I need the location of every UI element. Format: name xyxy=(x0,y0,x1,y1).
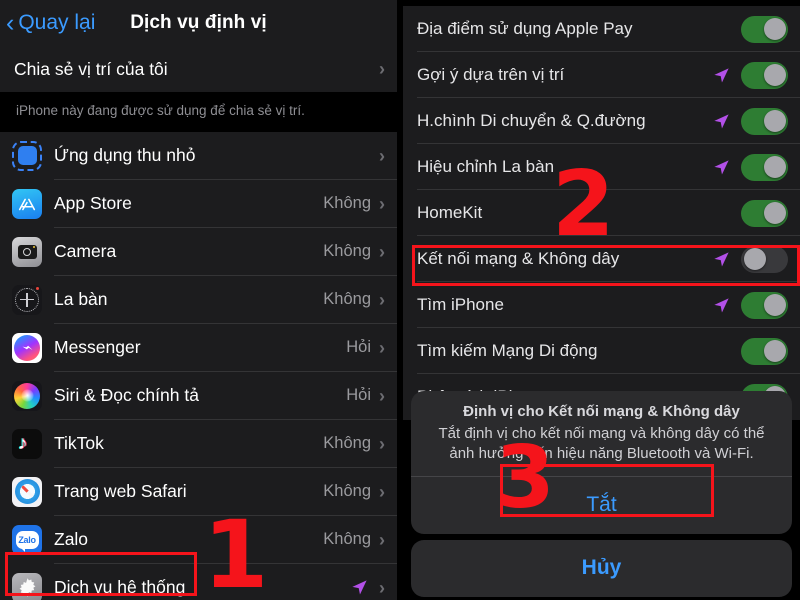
location-arrow-icon xyxy=(712,158,731,177)
list-item[interactable]: Ứng dụng thu nhỏ › xyxy=(0,132,397,180)
chevron-right-icon: › xyxy=(379,193,385,214)
list-item[interactable]: Trang web Safari Không › xyxy=(0,468,397,516)
system-services-list: Địa điểm sử dụng Apple Pay Gợi ý dựa trê… xyxy=(403,6,800,420)
gear-icon xyxy=(12,572,42,600)
screenshot-root: ‹ Quay lại Dịch vụ định vị Chia sẻ vị tr… xyxy=(0,0,800,600)
chevron-right-icon: › xyxy=(379,433,385,454)
list-item[interactable]: ♪ ♪ ♪ TikTok Không › xyxy=(0,420,397,468)
list-item[interactable]: Gợi ý dựa trên vị trí xyxy=(403,52,800,98)
list-item[interactable]: Hiệu chỉnh La bàn xyxy=(403,144,800,190)
app-store-icon xyxy=(12,188,42,219)
action-sheet-message: Tắt định vị cho kết nối mạng và không dâ… xyxy=(438,425,765,463)
chevron-right-icon: › xyxy=(379,577,385,598)
toggle-switch[interactable] xyxy=(741,199,788,227)
list-item[interactable]: La bàn Không › xyxy=(0,276,397,324)
panel-divider xyxy=(397,0,403,600)
location-arrow-icon xyxy=(712,296,731,315)
list-item-value: Không xyxy=(323,290,371,309)
toggle-switch[interactable] xyxy=(741,337,788,365)
toggle-switch[interactable] xyxy=(741,291,788,319)
messenger-icon xyxy=(12,332,42,363)
list-item[interactable]: Địa điểm sử dụng Apple Pay xyxy=(403,6,800,52)
chevron-right-icon: › xyxy=(379,385,385,406)
navigation-bar: ‹ Quay lại Dịch vụ định vị xyxy=(0,0,397,46)
tiktok-icon: ♪ ♪ ♪ xyxy=(12,428,42,459)
camera-icon xyxy=(12,236,42,267)
chevron-left-icon: ‹ xyxy=(6,8,15,37)
list-item[interactable]: Messenger Hỏi › xyxy=(0,324,397,372)
sidebar-item-system-services[interactable]: Dịch vụ hệ thống › xyxy=(0,564,397,600)
cancel-button[interactable]: Hủy xyxy=(411,540,792,597)
list-item-label: Dịch vụ hệ thống xyxy=(54,577,186,598)
list-item-label: App Store xyxy=(54,193,132,214)
action-sheet-title: Định vị cho Kết nối mạng & Không dây xyxy=(463,403,740,421)
list-item-value: Không xyxy=(323,434,371,453)
list-item[interactable]: Tìm iPhone xyxy=(403,282,800,328)
list-item[interactable]: Siri & Đọc chính tả Hỏi › xyxy=(0,372,397,420)
chevron-right-icon: › xyxy=(379,59,385,79)
app-clips-icon xyxy=(12,140,42,171)
list-item-label: Hiệu chỉnh La bàn xyxy=(417,157,555,176)
list-item[interactable]: HomeKit xyxy=(403,190,800,236)
list-item[interactable]: Tìm kiếm Mạng Di động xyxy=(403,328,800,374)
app-permission-list: Ứng dụng thu nhỏ › App Store Không › Cam… xyxy=(0,131,397,600)
action-sheet-header: Định vị cho Kết nối mạng & Không dây Tắt… xyxy=(411,391,792,476)
toggle-switch[interactable] xyxy=(741,245,788,273)
list-item-label: Siri & Đọc chính tả xyxy=(54,385,199,406)
list-item-label: TikTok xyxy=(54,433,104,454)
list-item-value: Không xyxy=(323,194,371,213)
list-item-label: Tìm iPhone xyxy=(417,295,504,314)
list-item-label: Gợi ý dựa trên vị trí xyxy=(417,65,565,84)
location-arrow-icon xyxy=(712,250,731,269)
location-arrow-icon xyxy=(712,112,731,131)
action-sheet: Định vị cho Kết nối mạng & Không dây Tắt… xyxy=(403,391,800,600)
list-item-label: H.chình Di chuyển & Q.đường xyxy=(417,111,646,130)
chevron-right-icon: › xyxy=(379,529,385,550)
list-item-networking-wireless[interactable]: Kết nối mạng & Không dây xyxy=(403,236,800,282)
list-item-label: Camera xyxy=(54,241,117,262)
list-item-value: Không xyxy=(323,482,371,501)
list-item-label: Trang web Safari xyxy=(54,481,187,502)
list-item-value: Không xyxy=(323,242,371,261)
list-item-label: Địa điểm sử dụng Apple Pay xyxy=(417,19,633,38)
share-location-label: Chia sẻ vị trí của tôi xyxy=(14,58,168,79)
chevron-right-icon: › xyxy=(379,337,385,358)
list-item-label: Tìm kiếm Mạng Di động xyxy=(417,341,598,360)
list-item-label: Messenger xyxy=(54,337,141,358)
chevron-right-icon: › xyxy=(379,145,385,166)
list-item[interactable]: Camera Không › xyxy=(0,228,397,276)
list-item-label: La bàn xyxy=(54,289,108,310)
back-button-label: Quay lại xyxy=(18,11,96,34)
back-button[interactable]: ‹ Quay lại xyxy=(6,8,96,37)
list-item-label: Zalo xyxy=(54,529,89,550)
list-item-value: Hỏi xyxy=(346,386,371,405)
chevron-right-icon: › xyxy=(379,481,385,502)
list-item[interactable]: App Store Không › xyxy=(0,180,397,228)
list-item-label: Kết nối mạng & Không dây xyxy=(417,249,620,268)
share-location-group: Chia sẻ vị trí của tôi › xyxy=(0,46,397,92)
toggle-switch[interactable] xyxy=(741,61,788,89)
list-item-label: HomeKit xyxy=(417,203,483,222)
sidebar-item-share-my-location[interactable]: Chia sẻ vị trí của tôi › xyxy=(0,46,397,92)
toggle-switch[interactable] xyxy=(741,107,788,135)
turn-off-button[interactable]: Tắt xyxy=(411,477,792,534)
chevron-right-icon: › xyxy=(379,289,385,310)
chevron-right-icon: › xyxy=(379,241,385,262)
location-arrow-icon xyxy=(350,578,369,597)
list-item-label: Ứng dụng thu nhỏ xyxy=(54,145,196,166)
toggle-switch[interactable] xyxy=(741,153,788,181)
left-phone-screen: ‹ Quay lại Dịch vụ định vị Chia sẻ vị tr… xyxy=(0,0,397,600)
list-item-value: Hỏi xyxy=(346,338,371,357)
siri-icon xyxy=(12,380,42,411)
list-item[interactable]: Zalo Zalo Không › xyxy=(0,516,397,564)
location-arrow-icon xyxy=(712,66,731,85)
action-sheet-card: Định vị cho Kết nối mạng & Không dây Tắt… xyxy=(411,391,792,534)
share-location-footnote: iPhone này đang được sử dụng để chia sẻ … xyxy=(0,92,397,132)
compass-icon xyxy=(12,284,42,315)
toggle-switch[interactable] xyxy=(741,15,788,43)
list-item[interactable]: H.chình Di chuyển & Q.đường xyxy=(403,98,800,144)
list-item-value: Không xyxy=(323,530,371,549)
zalo-icon: Zalo xyxy=(12,524,42,555)
safari-icon xyxy=(12,476,42,507)
